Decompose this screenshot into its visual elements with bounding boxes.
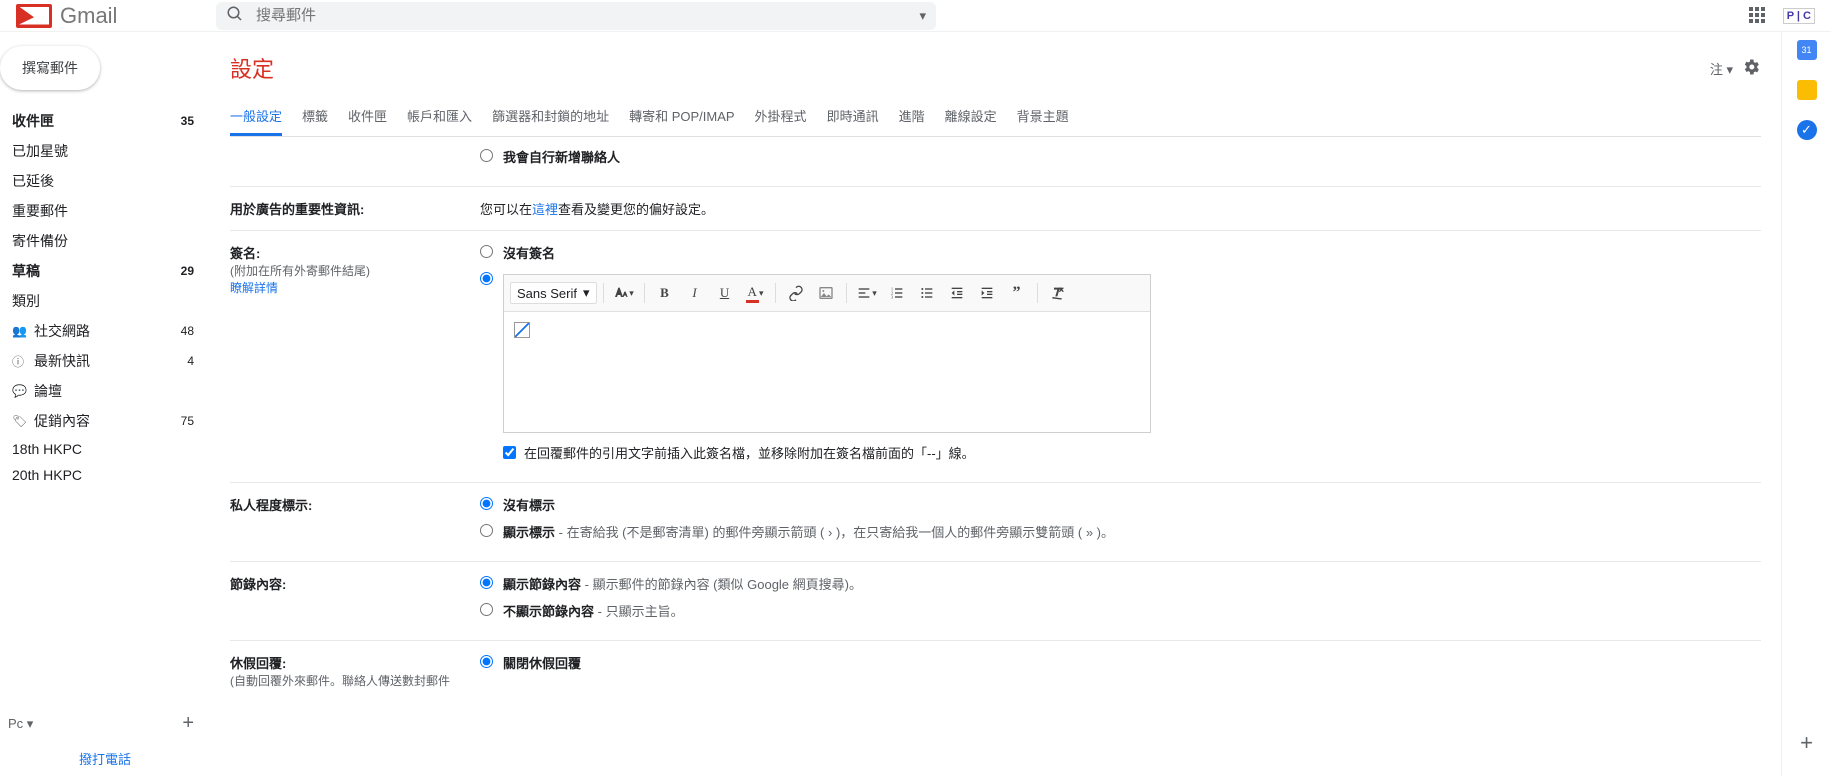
ads-label: 用於廣告的重要性資訊: xyxy=(230,202,364,217)
clear-format-button[interactable] xyxy=(1044,279,1072,307)
ads-prefs-link[interactable]: 這裡 xyxy=(532,202,558,217)
svg-text:3: 3 xyxy=(891,294,893,299)
signature-textarea[interactable] xyxy=(504,312,1150,432)
nav-starred[interactable]: 已加星號 xyxy=(0,136,210,166)
nav-cat-promos[interactable]: 🏷促銷內容75 xyxy=(0,406,210,436)
settings-main: 設定 注 ▾ 一般設定 標籤 收件匣 帳戶和匯入 篩選器和封鎖的地址 轉寄和 P… xyxy=(210,32,1781,776)
settings-title: 設定 xyxy=(230,52,1710,84)
compose-button[interactable]: 撰寫郵件 xyxy=(0,46,100,90)
tag-icon: 🏷 xyxy=(12,414,24,428)
forum-icon: 💬 xyxy=(12,384,24,398)
signature-learn-link[interactable]: 瞭解詳情 xyxy=(230,281,278,295)
search-input[interactable] xyxy=(256,7,919,24)
calendar-icon[interactable]: 31 xyxy=(1797,40,1817,60)
indent-more-button[interactable] xyxy=(973,279,1001,307)
indicator-show-radio[interactable] xyxy=(480,524,493,537)
tab-themes[interactable]: 背景主題 xyxy=(1017,98,1069,136)
new-chat-icon[interactable]: + xyxy=(182,712,194,735)
nav-snoozed[interactable]: 已延後 xyxy=(0,166,210,196)
nav-cat-forums[interactable]: 💬論壇 xyxy=(0,376,210,406)
underline-button[interactable]: U xyxy=(711,279,739,307)
tab-filters[interactable]: 篩選器和封鎖的地址 xyxy=(492,98,609,136)
text-color-button[interactable]: A▾ xyxy=(741,279,769,307)
nav-important[interactable]: 重要郵件 xyxy=(0,196,210,226)
image-button[interactable] xyxy=(812,279,840,307)
signature-insert-checkbox[interactable] xyxy=(503,446,516,459)
nav-cat-updates[interactable]: ⓘ最新快訊4 xyxy=(0,346,210,376)
call-phone-link[interactable]: 撥打電話 xyxy=(0,741,210,776)
numbered-list-button[interactable]: 123 xyxy=(883,279,911,307)
keep-icon[interactable] xyxy=(1797,80,1817,100)
nav-inbox[interactable]: 收件匣35 xyxy=(0,106,210,136)
indicator-none-radio[interactable] xyxy=(480,497,493,510)
search-dropdown-icon[interactable]: ▾ xyxy=(919,8,926,24)
editor-toolbar: Sans Serif▾ ▾ B I U A▾ xyxy=(504,275,1150,312)
tab-labels[interactable]: 標籤 xyxy=(302,98,328,136)
snippet-hide-radio[interactable] xyxy=(480,603,493,616)
indent-less-button[interactable] xyxy=(943,279,971,307)
settings-tabs: 一般設定 標籤 收件匣 帳戶和匯入 篩選器和封鎖的地址 轉寄和 POP/IMAP… xyxy=(230,98,1761,137)
signature-label: 簽名: xyxy=(230,243,480,262)
tab-accounts[interactable]: 帳戶和匯入 xyxy=(407,98,472,136)
nav-sent[interactable]: 寄件備份 xyxy=(0,226,210,256)
signature-sublabel: (附加在所有外寄郵件結尾) xyxy=(230,262,480,279)
signature-custom-radio[interactable] xyxy=(480,272,493,285)
quote-button[interactable]: ” xyxy=(1003,279,1031,307)
nav-label-20hkpc[interactable]: 20th HKPC xyxy=(0,462,210,488)
bullet-list-button[interactable] xyxy=(913,279,941,307)
nav-drafts[interactable]: 草稿29 xyxy=(0,256,210,286)
info-icon: ⓘ xyxy=(12,353,24,370)
setting-snippets: 節錄內容: 顯示節錄內容 - 顯示郵件的節錄內容 (類似 Google 網頁搜尋… xyxy=(230,562,1761,641)
social-icon: 👥 xyxy=(12,324,24,338)
gear-icon[interactable] xyxy=(1741,57,1761,80)
gmail-logo-icon xyxy=(16,4,52,28)
nav-label-18hkpc[interactable]: 18th HKPC xyxy=(0,436,210,462)
hangouts-account-row[interactable]: Pc ▾ + xyxy=(0,706,210,741)
setting-ads: 用於廣告的重要性資訊: 您可以在這裡查看及變更您的偏好設定。 xyxy=(230,187,1761,231)
tab-offline[interactable]: 離線設定 xyxy=(945,98,997,136)
sidebar: 撰寫郵件 收件匣35 已加星號 已延後 重要郵件 寄件備份 草稿29 類別 👥社… xyxy=(0,32,210,776)
align-button[interactable]: ▾ xyxy=(853,279,881,307)
tab-advanced[interactable]: 進階 xyxy=(899,98,925,136)
logo-text: Gmail xyxy=(60,3,117,29)
logo-area: Gmail xyxy=(16,3,216,29)
tab-inbox[interactable]: 收件匣 xyxy=(348,98,387,136)
nav-categories[interactable]: 類別 xyxy=(0,286,210,316)
apps-grid-icon[interactable] xyxy=(1749,7,1767,25)
tab-chat[interactable]: 即時通訊 xyxy=(827,98,879,136)
search-icon xyxy=(226,5,244,26)
contacts-manual-label: 我會自行新增聯絡人 xyxy=(503,147,620,166)
side-panel: 31 ✓ + xyxy=(1781,32,1831,776)
setting-vacation: 休假回覆: (自動回覆外來郵件。聯絡人傳送數封郵件 關閉休假回覆 xyxy=(230,641,1761,701)
font-size-button[interactable]: ▾ xyxy=(610,279,638,307)
tab-addons[interactable]: 外掛程式 xyxy=(755,98,807,136)
italic-button[interactable]: I xyxy=(681,279,709,307)
tab-general[interactable]: 一般設定 xyxy=(230,98,282,136)
snippet-show-radio[interactable] xyxy=(480,576,493,589)
tab-forwarding[interactable]: 轉寄和 POP/IMAP xyxy=(629,98,734,136)
nav-list: 收件匣35 已加星號 已延後 重要郵件 寄件備份 草稿29 類別 👥社交網路48… xyxy=(0,106,210,706)
vacation-off-radio[interactable] xyxy=(480,655,493,668)
signature-insert-label: 在回覆郵件的引用文字前插入此簽名檔，並移除附加在簽名檔前面的「--」線。 xyxy=(524,443,975,462)
density-toggle[interactable]: 注 ▾ xyxy=(1710,59,1733,78)
tasks-icon[interactable]: ✓ xyxy=(1797,120,1817,140)
nav-cat-social[interactable]: 👥社交網路48 xyxy=(0,316,210,346)
contacts-manual-radio[interactable] xyxy=(480,149,493,162)
font-family-select[interactable]: Sans Serif▾ xyxy=(510,282,597,304)
link-button[interactable] xyxy=(782,279,810,307)
signature-editor: Sans Serif▾ ▾ B I U A▾ xyxy=(503,274,1151,433)
account-badge[interactable]: P | C xyxy=(1783,8,1815,24)
search-box[interactable]: ▾ xyxy=(216,2,936,30)
addons-plus-icon[interactable]: + xyxy=(1800,730,1813,756)
bold-button[interactable]: B xyxy=(651,279,679,307)
setting-indicators: 私人程度標示: 沒有標示 顯示標示 - 在寄給我 (不是郵寄清單) 的郵件旁顯示… xyxy=(230,483,1761,562)
app-header: Gmail ▾ P | C xyxy=(0,0,1831,32)
setting-signature: 簽名: (附加在所有外寄郵件結尾) 瞭解詳情 沒有簽名 Sans Serif▾ … xyxy=(230,231,1761,483)
signature-none-radio[interactable] xyxy=(480,245,493,258)
broken-image-icon xyxy=(514,322,530,338)
